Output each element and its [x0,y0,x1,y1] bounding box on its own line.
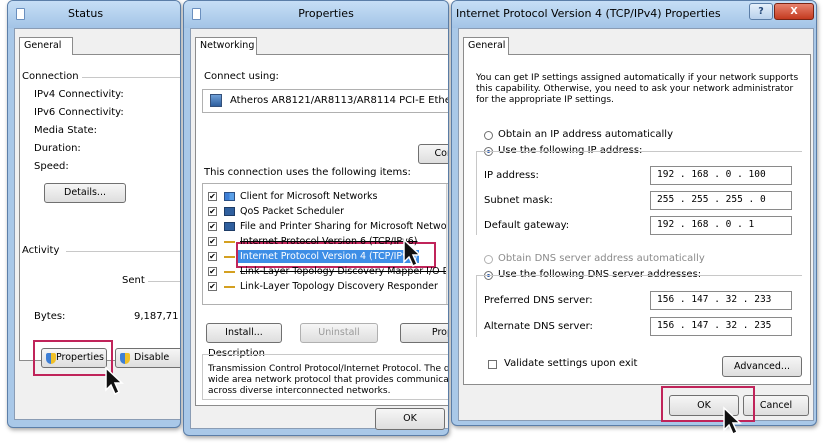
auto-ip-label: Obtain an IP address automatically [498,129,674,140]
properties-button-highlight [33,340,113,376]
default-gateway-label: Default gateway: [484,220,570,231]
properties-window-title: Properties [298,7,354,20]
component-item-label[interactable]: Client for Microsoft Networks [238,190,379,203]
mouse-cursor-icon [723,406,742,436]
status-body: General Connection IPv4 Connectivity: IP… [14,28,180,420]
mouse-cursor-icon [403,238,422,268]
protocol-icon [224,256,235,258]
status-window-title: Status [68,7,104,20]
alternate-dns-label: Alternate DNS server: [484,321,593,332]
network-client-icon [224,192,235,201]
description-line-3: across diverse interconnected networks. [208,386,391,396]
auto-ip-radio[interactable] [484,131,493,140]
subnet-mask-label: Subnet mask: [484,195,553,206]
connection-group-label: Connection [22,71,79,82]
close-button[interactable]: X [774,3,814,20]
close-icon: X [790,6,798,17]
items-label: This connection uses the following items… [204,167,411,178]
ip-address-label: IP address: [484,170,539,181]
properties-ok-button[interactable]: OK [375,408,445,430]
component-item-label[interactable]: File and Printer Sharing for Microsoft N… [238,220,448,233]
default-gateway-field[interactable]: 192 . 168 . 0 . 1 [650,216,792,235]
component-item-label[interactable]: QoS Packet Scheduler [238,205,346,218]
validate-settings-checkbox[interactable] [488,360,497,369]
intro-line-3: for the appropriate IP settings. [476,95,614,105]
adapter-name: Atheros AR8121/AR8113/AR8114 PCI-E Ether… [230,95,449,106]
activity-group-line [66,251,180,252]
install-button[interactable]: Install... [206,323,282,343]
alternate-dns-field[interactable]: 156 . 147 . 32 . 235 [650,317,792,336]
bytes-sent-value: 9,187,71 [134,311,179,322]
help-icon: ? [758,6,764,17]
configure-button[interactable]: Con [418,144,448,164]
auto-dns-label: Obtain DNS server address automatically [498,253,705,264]
advanced-button[interactable]: Advanced... [722,356,802,377]
component-checkbox[interactable]: ✔ [208,192,217,201]
subnet-mask-field[interactable]: 255 . 255 . 255 . 0 [650,191,792,210]
component-checkbox[interactable]: ✔ [208,222,217,231]
description-line-2: wide area network protocol that provides… [208,375,449,385]
ipv4-body: General You can get IP settings assigned… [458,28,814,422]
description-line-1: Transmission Control Protocol/Internet P… [208,364,449,374]
media-state-label: Media State: [34,125,98,136]
protocol-icon [224,241,235,243]
tab-networking[interactable]: Networking [195,37,257,55]
network-service-icon [224,207,235,216]
component-checkbox[interactable]: ✔ [208,267,217,276]
preferred-dns-field[interactable]: 156 . 147 . 32 . 233 [650,291,792,310]
auto-dns-radio [484,255,493,264]
component-checkbox[interactable]: ✔ [208,237,217,246]
ipv4-properties-window: Internet Protocol Version 4 (TCP/IPv4) P… [451,0,817,426]
speed-label: Speed: [34,161,69,172]
tab-general[interactable]: General [19,37,73,55]
component-checkbox[interactable]: ✔ [208,207,217,216]
network-service-icon [224,222,235,231]
components-scrollbar[interactable] [446,184,448,304]
protocol-icon [224,286,235,288]
help-button[interactable]: ? [749,3,773,20]
details-button[interactable]: Details... [44,183,126,203]
window-icon [16,8,25,20]
sent-line [148,281,180,282]
component-checkbox[interactable]: ✔ [208,282,217,291]
manual-ip-group-line [640,151,802,152]
ipv4-connectivity-label: IPv4 Connectivity: [34,89,124,100]
tab-general[interactable]: General [463,37,509,55]
status-window: Status General Connection IPv4 Connectiv… [7,0,181,428]
network-adapter-icon [210,94,222,107]
component-item-label[interactable]: Internet Protocol Version 6 (TCP/IPv6) [238,235,419,248]
ipv4-tab-page: You can get IP settings assigned automat… [463,54,811,385]
manual-dns-group-line [700,275,802,276]
sent-label: Sent [122,275,145,286]
networking-tab-page: Connect using: Atheros AR8121/AR8113/AR8… [195,54,449,406]
intro-line-1: You can get IP settings assigned automat… [476,73,799,83]
mouse-cursor-icon [105,366,124,396]
connect-using-label: Connect using: [204,71,279,82]
activity-group-label: Activity [22,245,60,256]
ipv6-connectivity-label: IPv6 Connectivity: [34,107,124,118]
status-tab-page: Connection IPv4 Connectivity: IPv6 Conne… [19,54,180,361]
component-item-label[interactable]: Link-Layer Topology Discovery Responder [238,280,440,293]
duration-label: Duration: [34,143,81,154]
component-checkbox[interactable]: ✔ [208,252,217,261]
shield-icon [120,353,130,364]
item-properties-button[interactable]: Prop [400,323,448,343]
uninstall-button: Uninstall [300,323,378,343]
component-item-label[interactable]: Internet Protocol Version 4 (TCP/IPv4) [238,250,420,263]
bytes-label: Bytes: [34,311,66,322]
ip-address-field[interactable]: 192 . 168 . 0 . 100 [650,166,792,185]
disable-button-label: Disable [134,352,170,363]
connection-group-line [82,77,180,78]
intro-line-2: this capability. Otherwise, you need to … [476,84,794,94]
validate-settings-label: Validate settings upon exit [504,358,638,369]
properties-window: Properties Networking Connect using: Ath… [183,0,449,436]
preferred-dns-label: Preferred DNS server: [484,295,593,306]
properties-body: Networking Connect using: Atheros AR8121… [190,28,449,430]
protocol-icon [224,271,235,273]
status-disable-button[interactable]: Disable [115,348,180,368]
